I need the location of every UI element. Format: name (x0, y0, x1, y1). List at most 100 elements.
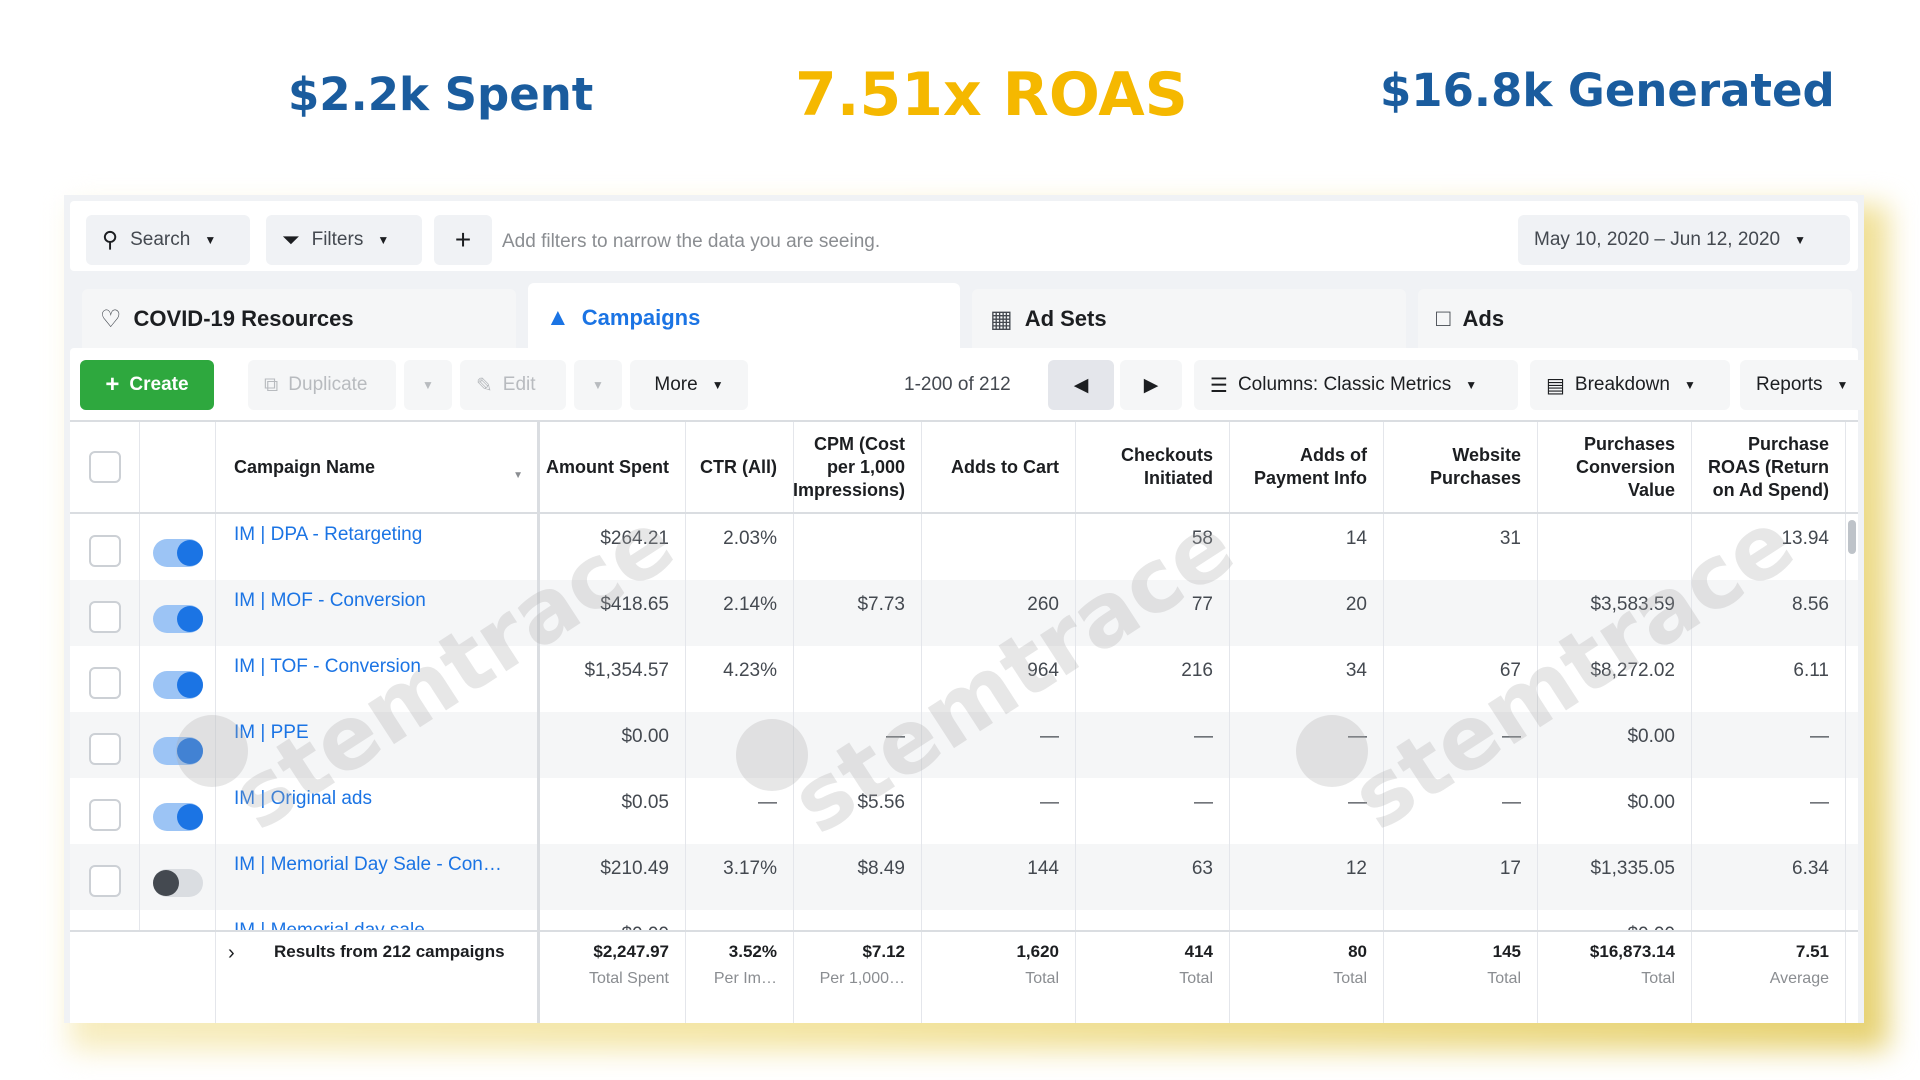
campaign-name-link[interactable]: IM | Memorial Day Sale - Con… (234, 854, 502, 876)
date-range-picker[interactable]: May 10, 2020 – Jun 12, 2020 ▼ (1518, 215, 1850, 265)
table-row[interactable]: IM | TOF - Conversion $1,354.57 4.23% 964 21… (70, 646, 1858, 712)
campaign-status-toggle[interactable] (152, 803, 203, 831)
filter-hint[interactable]: Add filters to narrow the data you are s… (502, 231, 880, 253)
table-row[interactable]: IM | Original ads $0.05— $5.56— — — — $0.00— (70, 778, 1858, 844)
search-button[interactable]: ⚲ Search ▼ (86, 215, 250, 265)
breakdown-button[interactable]: ▤ Breakdown ▼ (1530, 360, 1730, 410)
more-button[interactable]: More ▼ (630, 360, 748, 410)
reports-button[interactable]: Reports ▼ (1740, 360, 1864, 410)
duplicate-menu-button[interactable]: ▼ (404, 360, 452, 410)
chevron-down-icon: ▼ (204, 233, 217, 247)
create-button[interactable]: + Create (80, 360, 214, 410)
row-checkbox[interactable] (88, 799, 121, 831)
cell-purchases: 67 (1384, 646, 1538, 712)
table-row[interactable]: IM | PPE $0.00— — — — — $0.00— (70, 712, 1858, 778)
header-purchases-value[interactable]: Purchases Conversion Value (1538, 422, 1692, 512)
header-adds-to-cart[interactable]: Adds to Cart (922, 422, 1076, 512)
footer-results[interactable]: › Results from 212 campaigns (216, 932, 540, 1023)
header-ctr[interactable]: CTR (All) (686, 422, 794, 512)
cell-ctr: 3.17% (686, 844, 794, 910)
campaign-name-cell: IM | DPA - Retargeting (216, 514, 540, 580)
footer-purchases: 145 Total (1384, 932, 1538, 1023)
cell-value: $8,272.02 (1538, 646, 1692, 712)
grid-icon: ▦ (990, 305, 1013, 333)
campaign-name-link[interactable]: IM | MOF - Conversion (234, 590, 426, 612)
cell-checkouts: 216 (1076, 646, 1230, 712)
breakdown-label: Breakdown (1574, 374, 1670, 395)
header-roas[interactable]: Purchase ROAS (Return on Ad Spend) (1692, 422, 1846, 512)
cell-spent: $210.49 (540, 844, 686, 910)
row-select-cell (70, 646, 140, 712)
ad-frame-icon: □ (1436, 305, 1451, 332)
columns-button[interactable]: ☰ Columns: Classic Metrics ▼ (1194, 360, 1518, 410)
toggle-knob (176, 540, 203, 566)
breakdown-icon: ▤ (1546, 374, 1565, 397)
add-filter-button[interactable]: + (434, 215, 492, 265)
row-checkbox[interactable] (88, 733, 121, 765)
row-toggle-cell (140, 712, 216, 778)
table-scrollbar[interactable] (1848, 520, 1856, 554)
cell-ctr: 4.23% (686, 646, 794, 712)
header-label: Purchase ROAS (Return on Ad Spend) (1708, 433, 1829, 500)
row-checkbox[interactable] (88, 667, 121, 699)
header-website-purchases[interactable]: Website Purchases (1384, 422, 1538, 512)
row-checkbox[interactable] (88, 535, 121, 567)
previous-page-button[interactable]: ◀ (1048, 360, 1114, 410)
cell-value: $3,583.59 (1538, 580, 1692, 646)
campaign-name-link[interactable]: IM | TOF - Conversion (234, 656, 421, 678)
tab-ad-sets[interactable]: ▦ Ad Sets (972, 289, 1406, 349)
duplicate-label: Duplicate (288, 374, 368, 395)
campaign-name-link[interactable]: IM | Original ads (234, 788, 372, 810)
tab-ads[interactable]: □ Ads (1418, 289, 1852, 349)
sort-caret-icon: ▼ (513, 470, 523, 481)
tab-campaigns[interactable]: ▲ Campaigns (528, 283, 960, 353)
cell-payment: — (1230, 712, 1384, 778)
heart-shield-icon: ♡ (100, 305, 122, 333)
row-checkbox[interactable] (88, 865, 121, 897)
cell-value: $0.00 (1538, 778, 1692, 844)
campaign-status-toggle[interactable] (152, 869, 203, 897)
table-footer: › Results from 212 campaigns $2,247.97 To… (70, 930, 1858, 1023)
duplicate-icon: ⧉ (264, 373, 279, 396)
footer-value: $16,873.14 (1589, 942, 1675, 961)
cell-payment: — (1230, 778, 1384, 844)
campaign-status-toggle[interactable] (152, 737, 203, 765)
duplicate-button[interactable]: ⧉ Duplicate (248, 360, 396, 410)
campaign-status-toggle[interactable] (152, 605, 203, 633)
campaign-name-cell: IM | Original ads (216, 778, 540, 844)
edit-button[interactable]: ✎ Edit (460, 360, 566, 410)
table-row[interactable]: IM | Memorial Day Sale - Con… $210.49 3.17… (70, 844, 1858, 910)
footer-value: 80 (1348, 942, 1367, 961)
footer-value: 7.51 (1795, 942, 1829, 961)
campaign-name-link[interactable]: IM | DPA - Retargeting (234, 524, 422, 546)
table-row[interactable]: IM | DPA - Retargeting $264.21 2.03% 58 14 31… (70, 514, 1858, 580)
plus-icon: + (105, 371, 120, 398)
select-all-checkbox[interactable] (88, 451, 121, 483)
edit-menu-button[interactable]: ▼ (574, 360, 622, 410)
cell-purchases: 31 (1384, 514, 1538, 580)
row-checkbox[interactable] (88, 601, 121, 633)
cell-payment: 34 (1230, 646, 1384, 712)
footer-value: 1,620 (1016, 942, 1059, 961)
footer-value: 414 (1184, 942, 1213, 961)
header-cpm[interactable]: CPM (Cost per 1,000 Impressions) (794, 422, 922, 512)
campaign-name-link[interactable]: IM | PPE (234, 722, 309, 744)
chevron-down-icon: ▼ (422, 378, 434, 392)
campaign-status-toggle[interactable] (152, 671, 203, 699)
chevron-left-icon: ◀ (1073, 374, 1089, 396)
next-page-button[interactable]: ▶ (1120, 360, 1182, 410)
campaign-status-toggle[interactable] (152, 539, 203, 567)
cell-ctr: 2.14% (686, 580, 794, 646)
cell-value: $0.00 (1538, 712, 1692, 778)
search-icon: ⚲ (102, 227, 119, 252)
header-amount-spent[interactable]: Amount Spent (540, 422, 686, 512)
header-payment-info[interactable]: Adds of Payment Info (1230, 422, 1384, 512)
edit-label: Edit (502, 374, 536, 395)
cell-checkouts: 58 (1076, 514, 1230, 580)
filters-button[interactable]: ⏷ Filters ▼ (266, 215, 422, 265)
tab-covid-resources[interactable]: ♡ COVID-19 Resources (82, 289, 516, 349)
table-row[interactable]: IM | MOF - Conversion $418.65 2.14% $7.73 26… (70, 580, 1858, 646)
header-checkouts[interactable]: Checkouts Initiated (1076, 422, 1230, 512)
header-campaign-name[interactable]: Campaign Name ▼ (216, 422, 540, 512)
chevron-down-icon: ▼ (1794, 233, 1807, 247)
